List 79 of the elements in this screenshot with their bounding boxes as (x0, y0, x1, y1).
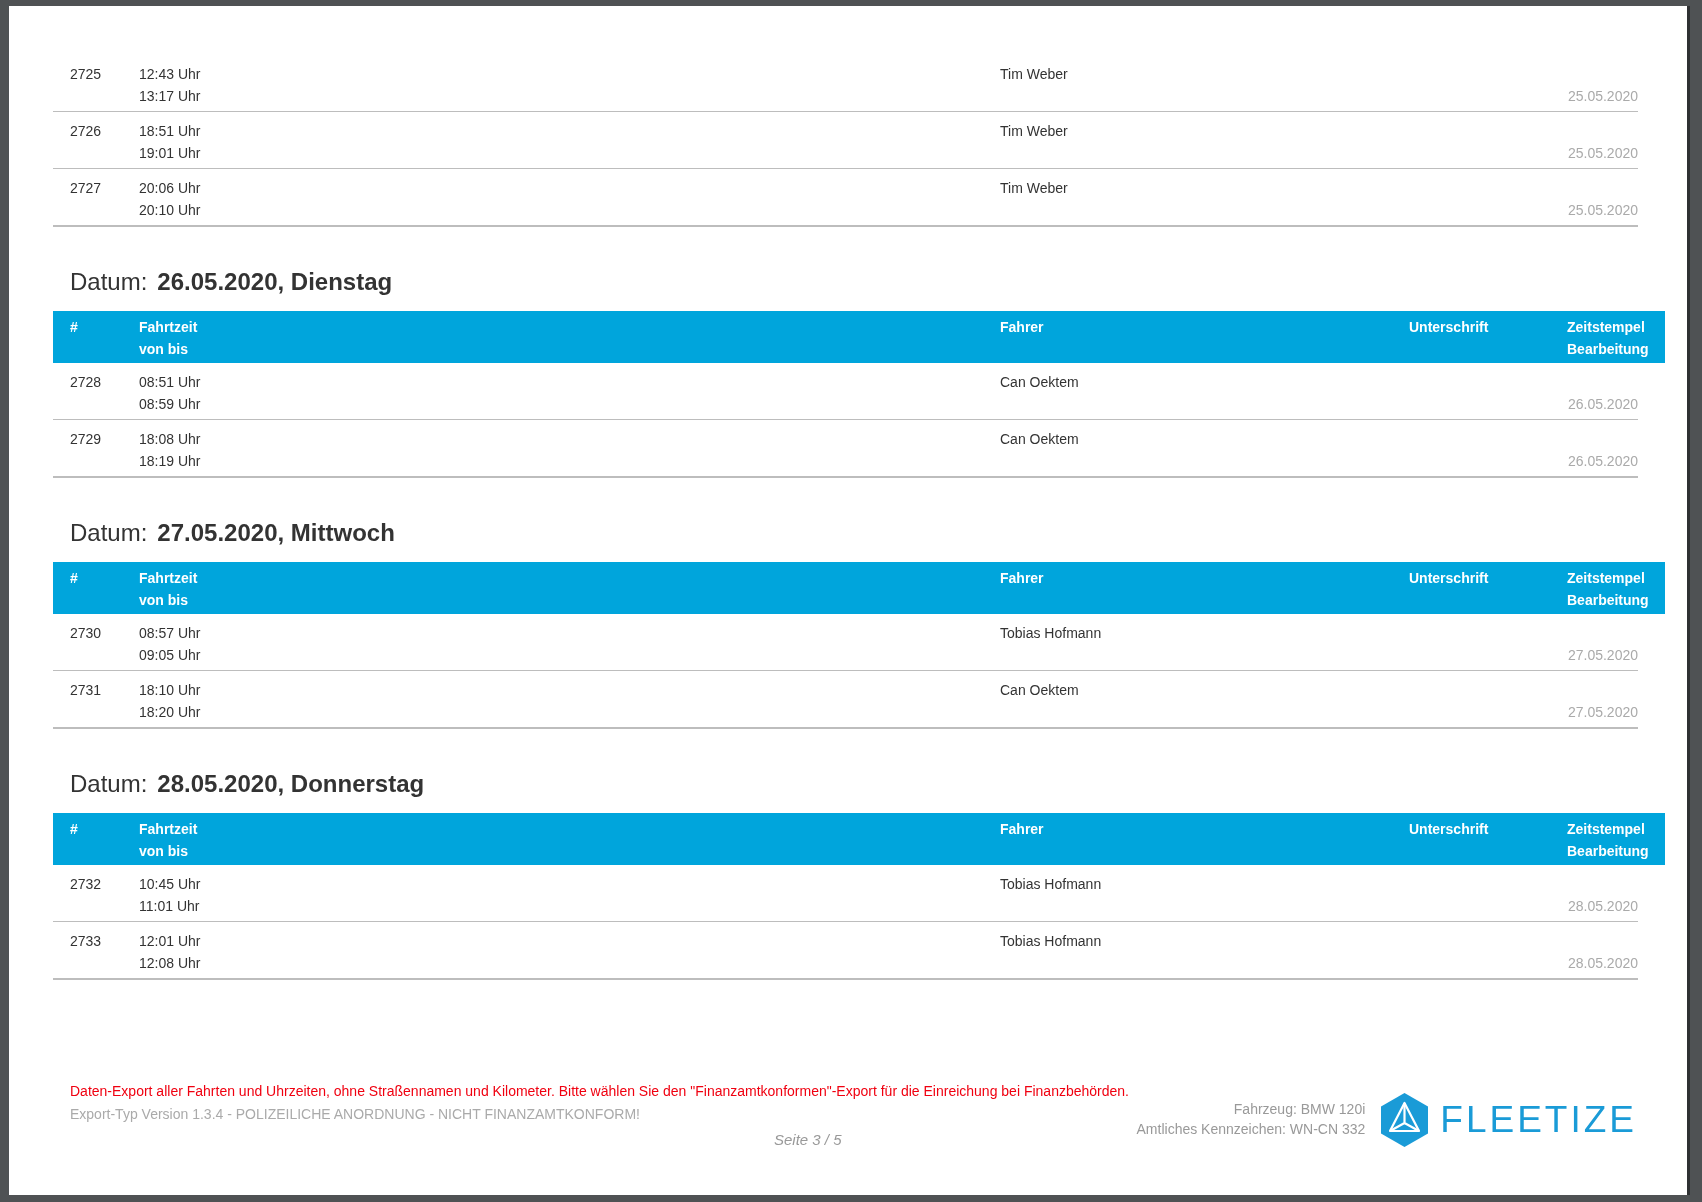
column-header: Zeitstempel (1567, 318, 1645, 337)
date-label: Datum: (70, 770, 148, 797)
end-time: 20:10 Uhr (139, 201, 201, 220)
column-header: # (70, 318, 78, 337)
license-plate: Amtliches Kennzeichen: WN-CN 332 (1136, 1120, 1366, 1139)
column-header: Fahrer (1000, 318, 1044, 337)
start-time: 12:01 Uhr (139, 932, 201, 951)
driver-name: Tim Weber (1000, 179, 1068, 198)
timestamp-date: 28.05.2020 (1567, 897, 1638, 916)
end-time: 12:08 Uhr (139, 954, 201, 973)
trip-number: 2725 (70, 65, 102, 84)
column-subheader: von bis (139, 591, 188, 610)
start-time: 18:51 Uhr (139, 122, 201, 141)
brand-name: FLEETIZE (1440, 1100, 1637, 1140)
date-heading: 28.05.2020, Donnerstag (157, 770, 425, 797)
trip-number: 2727 (70, 179, 102, 198)
timestamp-date: 28.05.2020 (1567, 954, 1638, 973)
driver-name: Can Oektem (1000, 430, 1079, 449)
timestamp-date: 27.05.2020 (1567, 646, 1638, 665)
start-time: 18:08 Uhr (139, 430, 201, 449)
driver-name: Can Oektem (1000, 373, 1079, 392)
end-time: 08:59 Uhr (139, 395, 201, 414)
column-header: Zeitstempel (1567, 820, 1645, 839)
driver-name: Tobias Hofmann (1000, 932, 1102, 951)
trip-number: 2726 (70, 122, 102, 141)
trip-number: 2728 (70, 373, 102, 392)
driver-name: Tim Weber (1000, 122, 1068, 141)
end-time: 18:20 Uhr (139, 703, 201, 722)
timestamp-date: 25.05.2020 (1567, 201, 1638, 220)
column-header: # (70, 569, 78, 588)
date-label: Datum: (70, 268, 148, 295)
end-time: 13:17 Uhr (139, 87, 201, 106)
timestamp-date: 25.05.2020 (1567, 144, 1638, 163)
column-header: Zeitstempel (1567, 569, 1645, 588)
driver-name: Can Oektem (1000, 681, 1079, 700)
column-header: Unterschrift (1409, 569, 1489, 588)
page-number: Seite 3 / 5 (774, 1130, 842, 1150)
column-header: Fahrtzeit (139, 569, 198, 588)
start-time: 10:45 Uhr (139, 875, 201, 894)
timestamp-date: 27.05.2020 (1567, 703, 1638, 722)
date-label: Datum: (70, 519, 148, 546)
start-time: 18:10 Uhr (139, 681, 201, 700)
end-time: 11:01 Uhr (139, 897, 200, 916)
column-subheader: Bearbeitung (1567, 842, 1649, 861)
vehicle-model: Fahrzeug: BMW 120i (1233, 1100, 1366, 1119)
column-header: Fahrer (1000, 820, 1044, 839)
trip-number: 2731 (70, 681, 102, 700)
column-header: Unterschrift (1409, 318, 1489, 337)
column-header: Fahrtzeit (139, 318, 198, 337)
column-subheader: Bearbeitung (1567, 340, 1649, 359)
date-heading: 27.05.2020, Mittwoch (157, 519, 395, 546)
column-subheader: Bearbeitung (1567, 591, 1649, 610)
column-subheader: von bis (139, 842, 188, 861)
date-heading: 26.05.2020, Dienstag (157, 268, 393, 295)
driver-name: Tim Weber (1000, 65, 1068, 84)
start-time: 08:57 Uhr (139, 624, 201, 643)
trip-number: 2729 (70, 430, 102, 449)
timestamp-date: 25.05.2020 (1567, 87, 1638, 106)
column-header: Fahrtzeit (139, 820, 198, 839)
start-time: 12:43 Uhr (139, 65, 201, 84)
logo-icon (1381, 1093, 1429, 1147)
timestamp-date: 26.05.2020 (1567, 395, 1638, 414)
export-notice: Daten-Export aller Fahrten und Uhrzeiten, ohne Straßennamen und Kilometer. Bitte wählen Sie den "Finanzamtkonformen"-Export für die Einreichung bei Finanzbehörden. (70, 1082, 1129, 1101)
start-time: 20:06 Uhr (139, 179, 201, 198)
column-subheader: von bis (139, 340, 188, 359)
trip-number: 2730 (70, 624, 102, 643)
trip-number: 2733 (70, 932, 102, 951)
end-time: 09:05 Uhr (139, 646, 201, 665)
end-time: 19:01 Uhr (139, 144, 201, 163)
column-header: # (70, 820, 78, 839)
driver-name: Tobias Hofmann (1000, 624, 1102, 643)
column-header: Fahrer (1000, 569, 1044, 588)
driver-name: Tobias Hofmann (1000, 875, 1102, 894)
timestamp-date: 26.05.2020 (1567, 452, 1638, 471)
start-time: 08:51 Uhr (139, 373, 201, 392)
export-version: Export-Typ Version 1.3.4 - POLIZEILICHE ANORDNUNG - NICHT FINANZAMTKONFORM! (70, 1105, 640, 1124)
trip-number: 2732 (70, 875, 102, 894)
end-time: 18:19 Uhr (139, 452, 201, 471)
column-header: Unterschrift (1409, 820, 1489, 839)
